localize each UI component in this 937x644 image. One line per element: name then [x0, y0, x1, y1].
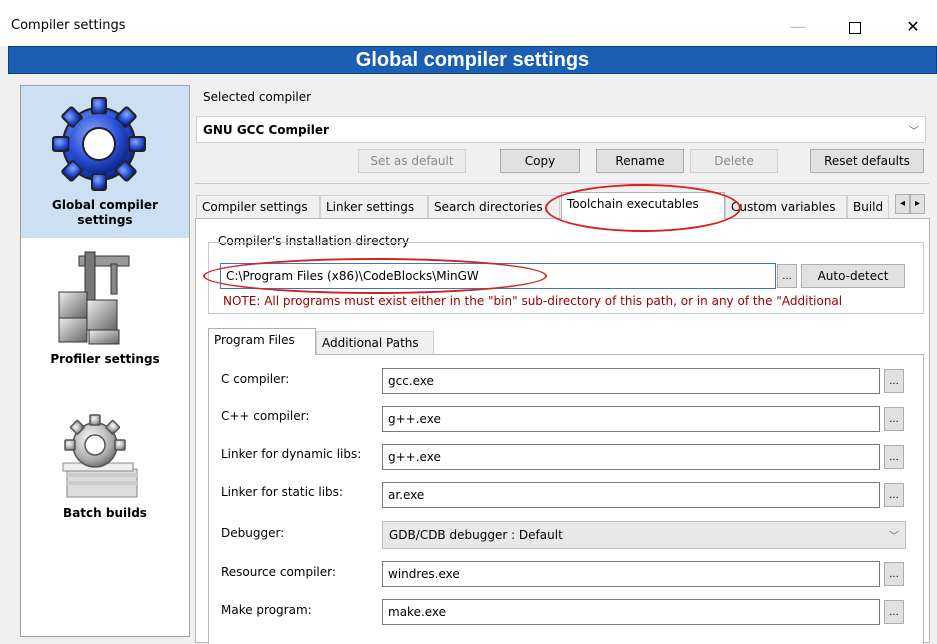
compiler-select[interactable]: GNU GCC Compiler ﹀: [196, 116, 926, 143]
c-compiler-browse-button[interactable]: ...: [884, 369, 904, 393]
sidebar-item-label: settings: [77, 213, 133, 227]
dynamic-linker-label: Linker for dynamic libs:: [221, 447, 362, 461]
caliper-cubes-icon: [58, 251, 130, 345]
sidebar-item-profiler[interactable]: Profiler settings: [21, 246, 189, 376]
chevron-down-icon: ﹀: [909, 126, 919, 137]
tab-additional-paths[interactable]: Additional Paths: [316, 331, 434, 355]
copy-button[interactable]: Copy: [500, 149, 580, 173]
resource-compiler-input[interactable]: windres.exe: [382, 561, 880, 587]
window-title: Compiler settings: [11, 18, 126, 33]
dynamic-linker-value: g++.exe: [388, 450, 441, 464]
tab-scroll-right-button[interactable]: ▸: [910, 194, 925, 214]
maximize-button[interactable]: [835, 12, 875, 42]
install-dir-input[interactable]: C:\Program Files (x86)\CodeBlocks\MinGW: [220, 263, 776, 289]
sidebar-item-label: Batch builds: [63, 506, 147, 520]
minimize-button[interactable]: —: [778, 12, 818, 42]
close-button[interactable]: ✕: [893, 12, 933, 42]
selected-compiler-label: Selected compiler: [203, 90, 312, 104]
gear-icon: [52, 97, 146, 191]
debugger-select[interactable]: GDB/CDB debugger : Default ﹀: [382, 521, 906, 549]
debugger-label: Debugger:: [221, 526, 285, 540]
static-linker-browse-button[interactable]: ...: [884, 483, 904, 507]
cpp-compiler-label: C++ compiler:: [221, 409, 310, 423]
compiler-settings-window: Compiler settings — ✕ Global compiler se…: [0, 0, 937, 644]
c-compiler-label: C compiler:: [221, 372, 290, 386]
make-program-input[interactable]: make.exe: [382, 599, 880, 625]
cpp-compiler-input[interactable]: g++.exe: [382, 406, 880, 432]
sidebar-item-global-compiler[interactable]: Global compiler settings: [21, 86, 189, 238]
install-dir-note: NOTE: All programs must exist either in …: [223, 294, 843, 308]
static-linker-value: ar.exe: [388, 488, 425, 502]
rename-button[interactable]: Rename: [596, 149, 684, 173]
sidebar-item-batch-builds[interactable]: Batch builds: [21, 401, 189, 531]
tab-build[interactable]: Build: [847, 195, 889, 219]
auto-detect-button[interactable]: Auto-detect: [801, 264, 905, 288]
maximize-icon: [849, 21, 861, 34]
tab-scroll-left-button[interactable]: ◂: [895, 194, 910, 214]
chevron-down-icon: ﹀: [889, 531, 899, 543]
sidebar-item-label: Global compiler: [52, 198, 158, 212]
tab-toolchain-executables[interactable]: Toolchain executables: [561, 192, 725, 219]
dynamic-linker-input[interactable]: g++.exe: [382, 444, 880, 470]
tab-linker-settings[interactable]: Linker settings: [320, 195, 428, 219]
cpp-compiler-browse-button[interactable]: ...: [884, 407, 904, 431]
settings-sidebar: Global compiler settings Profiler settin…: [20, 85, 190, 637]
cpp-compiler-value: g++.exe: [388, 412, 441, 426]
resource-compiler-value: windres.exe: [388, 567, 460, 581]
title-bar: Compiler settings — ✕: [0, 0, 937, 46]
make-program-label: Make program:: [221, 603, 312, 617]
debugger-select-value: GDB/CDB debugger : Default: [389, 528, 563, 542]
page-banner: Global compiler settings: [8, 46, 937, 74]
tab-search-directories[interactable]: Search directories: [428, 195, 560, 219]
c-compiler-input[interactable]: gcc.exe: [382, 368, 880, 394]
set-as-default-button[interactable]: Set as default: [358, 149, 466, 173]
static-linker-label: Linker for static libs:: [221, 485, 343, 499]
reset-defaults-button[interactable]: Reset defaults: [810, 149, 924, 173]
tab-program-files[interactable]: Program Files: [208, 328, 316, 355]
compiler-select-value: GNU GCC Compiler: [203, 122, 329, 137]
delete-button[interactable]: Delete: [690, 149, 778, 173]
tab-custom-variables[interactable]: Custom variables: [725, 195, 847, 219]
tab-compiler-settings[interactable]: Compiler settings: [196, 195, 320, 219]
gear-stack-icon: [62, 414, 138, 498]
make-program-browse-button[interactable]: ...: [884, 600, 904, 624]
make-program-value: make.exe: [388, 605, 447, 619]
dynamic-linker-browse-button[interactable]: ...: [884, 445, 904, 469]
static-linker-input[interactable]: ar.exe: [382, 482, 880, 508]
c-compiler-value: gcc.exe: [388, 374, 434, 388]
resource-compiler-label: Resource compiler:: [221, 565, 336, 579]
sidebar-item-label: Profiler settings: [50, 352, 160, 366]
install-dir-browse-button[interactable]: ...: [777, 264, 797, 288]
install-dir-value: C:\Program Files (x86)\CodeBlocks\MinGW: [226, 269, 479, 283]
resource-compiler-browse-button[interactable]: ...: [884, 562, 904, 586]
